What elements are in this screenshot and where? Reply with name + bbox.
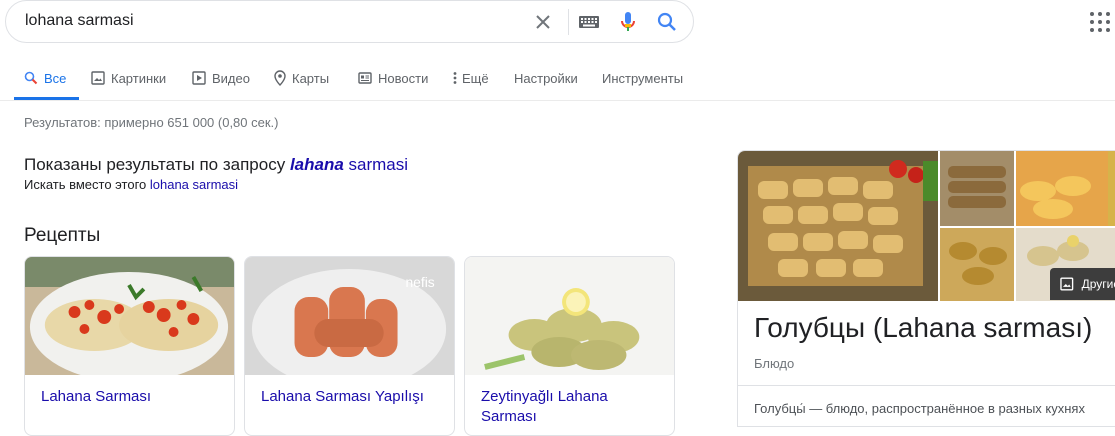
more-vert-icon: [453, 72, 457, 84]
corrected-word: lahana: [289, 155, 344, 174]
knowledge-panel-title: Голубцы (Lahana sarması): [754, 312, 1093, 343]
recipes-heading: Рецепты: [24, 225, 101, 246]
knowledge-panel: Другие Голубцы (Lahana sarması) Блюдо Го…: [737, 150, 1115, 427]
instead-prefix: Искать вместо этого: [24, 177, 147, 192]
apps-grid-icon[interactable]: [1088, 10, 1112, 34]
tab-label: Все: [44, 70, 67, 86]
news-icon: [358, 72, 372, 84]
tab-more[interactable]: Ещё: [452, 68, 489, 88]
recipe-image: nefis: [245, 257, 454, 375]
corrected-query-link[interactable]: lahana sarmasi: [290, 155, 408, 174]
microphone-icon[interactable]: [615, 9, 641, 35]
tab-label: Видео: [212, 70, 250, 86]
recipe-title: Zeytinyağlı Lahana Sarması: [481, 388, 608, 425]
recipe-title: Lahana Sarması: [41, 388, 152, 405]
recipe-card[interactable]: nefis Lahana Sarması Yapılışı: [244, 256, 455, 436]
knowledge-panel-subtitle: Блюдо: [754, 356, 795, 371]
original-query-link[interactable]: lohana sarmasi: [150, 177, 238, 192]
search-icon[interactable]: [654, 9, 680, 35]
video-icon: [192, 71, 206, 85]
tab-tools[interactable]: Инструменты: [602, 68, 683, 88]
spell-prefix: Показаны результаты по запросу: [24, 155, 286, 174]
search-box[interactable]: lohana sarmasi: [5, 0, 694, 43]
tab-settings[interactable]: Настройки: [514, 68, 578, 88]
map-pin-icon: [274, 70, 286, 86]
recipe-image: [465, 257, 674, 375]
tab-label: Карты: [292, 70, 330, 86]
image-icon: [1060, 277, 1074, 291]
recipe-watermark: nefis: [405, 274, 434, 290]
recipe-title: Lahana Sarması Yapılışı: [261, 388, 424, 405]
corrected-rest: sarmasi: [348, 155, 409, 174]
tab-label: Инструменты: [602, 70, 684, 86]
result-stats: Результатов: примерно 651 000 (0,80 сек.…: [24, 115, 279, 130]
clear-icon[interactable]: [530, 9, 556, 35]
tab-images[interactable]: Картинки: [91, 68, 166, 88]
tab-video[interactable]: Видео: [192, 68, 250, 88]
spelling-correction: Показаны результаты по запросу lahana sa…: [24, 155, 408, 175]
tab-all[interactable]: Все: [24, 68, 66, 88]
search-tabs: Все Картинки Видео Карты Новости Ещё Нас…: [14, 60, 1115, 100]
search-input[interactable]: lohana sarmasi: [25, 12, 134, 30]
search-instead: Искать вместо этого lohana sarmasi: [24, 177, 238, 192]
image-icon: [91, 71, 105, 85]
tab-news[interactable]: Новости: [358, 68, 428, 88]
header-divider: [0, 100, 1115, 101]
knowledge-panel-description: Голубцы́ — блюдо, распространённое в раз…: [754, 401, 1085, 416]
tab-maps[interactable]: Карты: [274, 68, 329, 88]
knowledge-panel-divider: [738, 385, 1115, 386]
recipe-card[interactable]: Zeytinyağlı Lahana Sarması: [464, 256, 675, 436]
search-icon: [24, 71, 38, 85]
other-photos-label: Другие: [1081, 277, 1115, 291]
tab-label: Картинки: [111, 70, 167, 86]
search-divider: [568, 9, 569, 35]
other-photos-button[interactable]: Другие: [1050, 268, 1115, 300]
recipe-card[interactable]: Lahana Sarması: [24, 256, 235, 436]
tab-label: Ещё: [462, 70, 489, 86]
recipe-image: [25, 257, 234, 375]
keyboard-icon[interactable]: [576, 9, 602, 35]
tab-label: Новости: [378, 70, 429, 86]
tab-label: Настройки: [514, 70, 578, 86]
